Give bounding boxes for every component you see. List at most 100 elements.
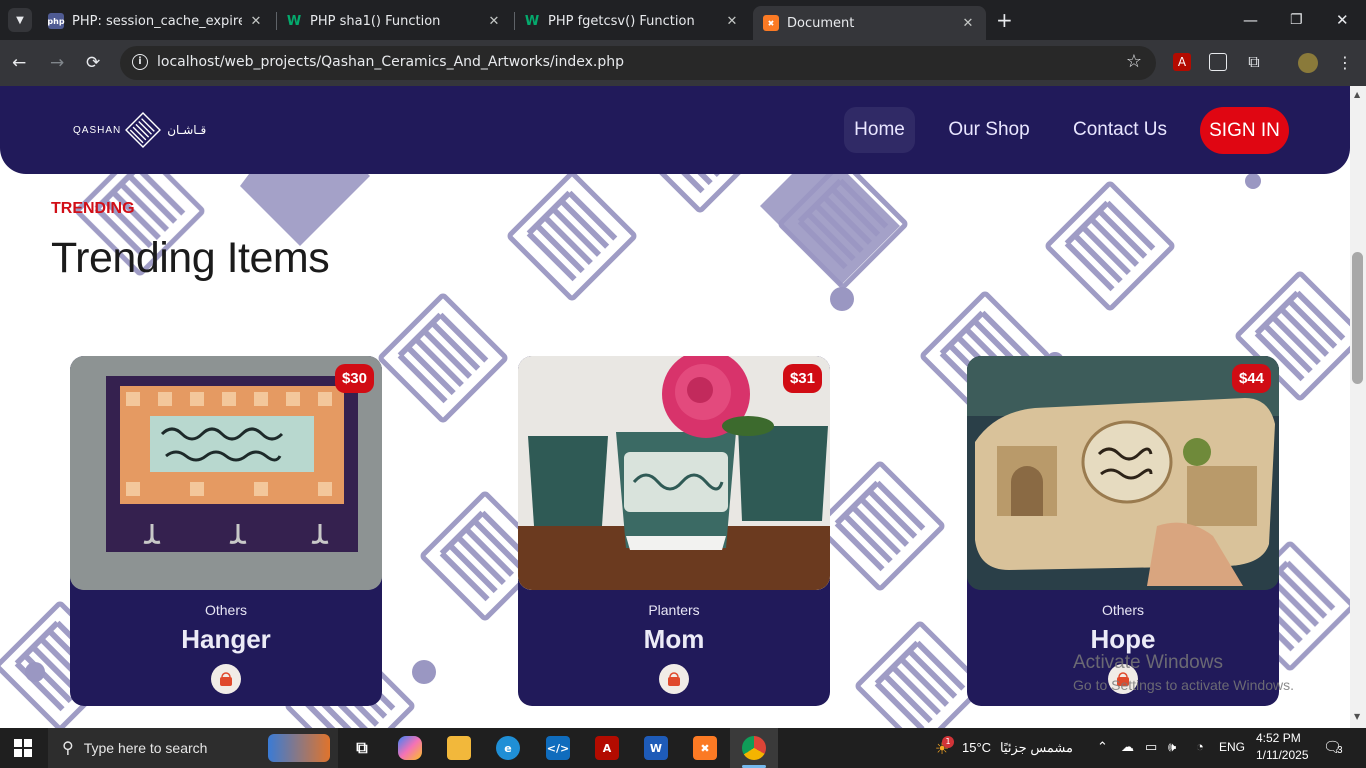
watermark-subtitle: Go to Settings to activate Windows. bbox=[1073, 677, 1294, 693]
price-badge: $44 bbox=[1231, 364, 1271, 393]
logo-arabic-text: قـاشـان bbox=[167, 123, 207, 137]
product-category: Others bbox=[204, 602, 247, 618]
acrobat-icon[interactable]: A bbox=[595, 736, 619, 760]
plaque-photo-icon bbox=[967, 356, 1279, 590]
weather-description[interactable]: مشمس جزئيًا bbox=[1000, 740, 1073, 756]
browser-menu-icon[interactable]: ⋮ bbox=[1336, 53, 1354, 72]
add-to-cart-button[interactable] bbox=[211, 664, 241, 694]
scrollbar-thumb[interactable] bbox=[1352, 252, 1363, 384]
product-card[interactable]: $30 Others Hanger bbox=[70, 356, 382, 706]
battery-icon[interactable]: ▭ bbox=[1145, 739, 1157, 755]
product-image[interactable]: $44 bbox=[967, 356, 1279, 590]
nav-home[interactable]: Home bbox=[844, 107, 915, 153]
tab-title: PHP fgetcsv() Function bbox=[548, 13, 695, 29]
price-badge: $30 bbox=[334, 364, 374, 393]
close-icon[interactable]: ✕ bbox=[486, 14, 502, 29]
windows-start-icon[interactable] bbox=[14, 739, 32, 757]
product-category: Planters bbox=[648, 602, 700, 618]
forward-button[interactable]: → bbox=[50, 53, 64, 73]
product-name[interactable]: Mom bbox=[518, 624, 830, 655]
back-button[interactable]: ← bbox=[12, 53, 26, 73]
search-placeholder: Type here to search bbox=[83, 740, 208, 756]
product-image[interactable]: $30 bbox=[70, 356, 382, 590]
tab-php-sha1[interactable]: W PHP sha1() Function ✕ bbox=[276, 6, 512, 36]
word-icon[interactable]: W bbox=[644, 736, 668, 760]
weather-badge: 1 bbox=[942, 736, 954, 748]
watermark-title: Activate Windows bbox=[1073, 652, 1223, 673]
page-scrollbar[interactable]: ▲ ▼ bbox=[1350, 86, 1366, 728]
logo-wordmark: QASHAN bbox=[73, 124, 122, 136]
file-explorer-icon[interactable] bbox=[447, 736, 471, 760]
w3schools-icon: W bbox=[524, 13, 540, 29]
page-title: Trending Items bbox=[51, 234, 330, 282]
tab-php-fgetcsv[interactable]: W PHP fgetcsv() Function ✕ bbox=[514, 6, 750, 36]
taskbar-search-input[interactable]: ⚲ Type here to search bbox=[48, 728, 338, 768]
site-header: QASHAN قـاشـان Home Our Shop Contact Us … bbox=[0, 86, 1350, 174]
network-icon[interactable]: ◔ bbox=[1196, 739, 1204, 754]
product-name[interactable]: Hope bbox=[967, 624, 1279, 655]
profile-avatar[interactable] bbox=[1298, 53, 1318, 73]
chrome-icon[interactable] bbox=[742, 736, 766, 760]
tab-php-session[interactable]: php PHP: session_cache_expire - Ma ✕ bbox=[38, 6, 274, 36]
tab-title: Document bbox=[787, 15, 855, 31]
scroll-down-arrow-icon[interactable]: ▼ bbox=[1354, 712, 1360, 721]
tab-document[interactable]: ✖ Document ✕ bbox=[753, 6, 986, 40]
product-card[interactable]: $31 Planters Mom bbox=[518, 356, 830, 706]
close-icon[interactable]: ✕ bbox=[960, 16, 976, 31]
trending-eyebrow: TRENDING bbox=[51, 200, 135, 217]
minimize-button[interactable]: — bbox=[1243, 10, 1258, 30]
copilot-icon[interactable] bbox=[398, 736, 422, 760]
windows-taskbar: ⚲ Type here to search ⧉ e </> A W ✖ ☀ 1 … bbox=[0, 728, 1366, 768]
page-viewport: QASHAN قـاشـان Home Our Shop Contact Us … bbox=[0, 86, 1350, 728]
edge-icon[interactable]: e bbox=[496, 736, 520, 760]
sign-in-button[interactable]: SIGN IN bbox=[1200, 107, 1289, 154]
qashan-logo[interactable]: QASHAN قـاشـان bbox=[73, 112, 206, 148]
product-category: Others bbox=[1101, 602, 1144, 618]
w3schools-icon: W bbox=[286, 13, 302, 29]
chevron-up-icon[interactable]: ⌃ bbox=[1097, 739, 1108, 755]
chevron-down-icon: ▼ bbox=[16, 14, 24, 26]
product-name[interactable]: Hanger bbox=[70, 624, 382, 655]
add-to-cart-button[interactable] bbox=[659, 664, 689, 694]
restore-button[interactable]: ❐ bbox=[1290, 10, 1303, 30]
notification-count: 3 bbox=[1337, 745, 1343, 756]
language-indicator[interactable]: ENG bbox=[1219, 740, 1245, 754]
close-icon[interactable]: ✕ bbox=[724, 14, 740, 29]
shopping-bag-icon bbox=[220, 672, 232, 686]
vscode-icon[interactable]: </> bbox=[546, 736, 570, 760]
scroll-up-arrow-icon[interactable]: ▲ bbox=[1354, 90, 1360, 99]
nav-contact-us[interactable]: Contact Us bbox=[1068, 107, 1172, 153]
tab-title: PHP sha1() Function bbox=[310, 13, 441, 29]
browser-toolbar: ← → ⟳ i localhost/web_projects/Qashan_Ce… bbox=[0, 40, 1366, 86]
clock-time[interactable]: 4:52 PM bbox=[1256, 731, 1301, 745]
extensions-puzzle-icon[interactable]: ⧉ bbox=[1245, 52, 1263, 71]
php-icon: php bbox=[47, 13, 65, 29]
browser-tab-strip: ▼ php PHP: session_cache_expire - Ma ✕ W… bbox=[0, 0, 1366, 40]
acrobat-extension-icon[interactable]: A bbox=[1173, 53, 1191, 71]
close-icon[interactable]: ✕ bbox=[248, 14, 264, 29]
reload-button[interactable]: ⟳ bbox=[86, 53, 100, 73]
tab-title: PHP: session_cache_expire - Ma bbox=[72, 13, 242, 29]
media-controls-icon[interactable] bbox=[1209, 53, 1227, 71]
new-tab-button[interactable]: + bbox=[996, 10, 1013, 30]
window-close-button[interactable]: ✕ bbox=[1336, 10, 1349, 30]
url-text[interactable]: localhost/web_projects/Qashan_Ceramics_A… bbox=[157, 54, 624, 70]
search-highlight-icon bbox=[268, 734, 330, 762]
price-badge: $31 bbox=[782, 364, 822, 393]
address-bar[interactable]: i localhost/web_projects/Qashan_Ceramics… bbox=[120, 46, 1156, 80]
tab-search-button[interactable]: ▼ bbox=[8, 8, 32, 32]
product-image[interactable]: $31 bbox=[518, 356, 830, 590]
search-icon: ⚲ bbox=[62, 740, 74, 757]
bookmark-star-icon[interactable]: ☆ bbox=[1126, 51, 1142, 72]
nav-our-shop[interactable]: Our Shop bbox=[944, 107, 1034, 153]
activate-windows-watermark: Activate Windows Go to Settings to activ… bbox=[1073, 652, 1294, 693]
weather-temperature[interactable]: 15°C bbox=[962, 740, 991, 755]
clock-date[interactable]: 1/11/2025 bbox=[1256, 748, 1309, 762]
planter-photo-icon bbox=[518, 356, 830, 590]
site-info-icon[interactable]: i bbox=[132, 54, 148, 70]
onedrive-icon[interactable]: ☁ bbox=[1121, 739, 1134, 755]
logo-emblem-icon bbox=[125, 112, 162, 148]
task-view-icon[interactable]: ⧉ bbox=[350, 736, 374, 760]
xampp-icon[interactable]: ✖ bbox=[693, 736, 717, 760]
speaker-icon[interactable]: 🕪 bbox=[1168, 739, 1176, 755]
